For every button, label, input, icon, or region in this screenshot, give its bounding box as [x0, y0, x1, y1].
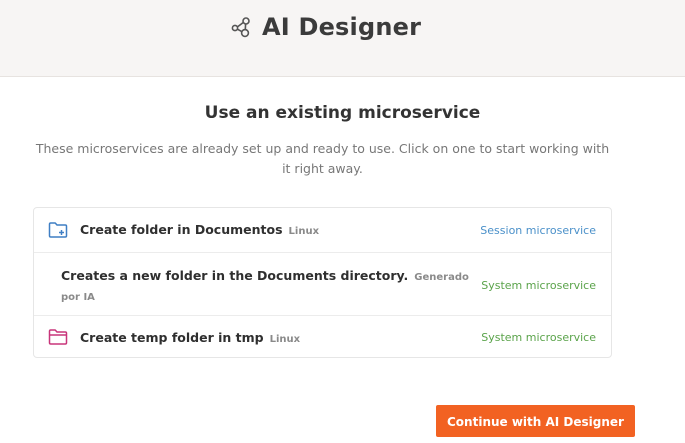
section-description: These microservices are already set up a… — [35, 141, 610, 176]
folder-icon — [48, 328, 68, 346]
app-header: AI Designer — [0, 0, 685, 77]
microservice-tag: Linux — [288, 226, 320, 237]
folder-plus-icon — [48, 221, 68, 239]
ai-nodes-icon — [230, 15, 254, 39]
continue-button[interactable]: Continue with AI Designer — [436, 405, 635, 437]
microservice-name: Create folder in Documentos — [80, 222, 283, 237]
microservice-type: Session microservice — [480, 224, 596, 237]
microservice-type: System microservice — [481, 279, 596, 292]
microservice-title: Create temp folder in tmp Linux — [80, 330, 300, 345]
app-title: AI Designer — [262, 13, 422, 41]
microservice-type: System microservice — [481, 331, 596, 344]
microservice-name: Create temp folder in tmp — [80, 330, 264, 345]
section-title: Use an existing microservice — [204, 103, 481, 123]
brand: AI Designer — [230, 10, 421, 44]
microservice-item[interactable]: Create temp folder in tmp Linux System mi… — [34, 315, 611, 358]
microservice-item[interactable]: Creates a new folder in the Documents di… — [34, 252, 611, 316]
microservice-title: Creates a new folder in the Documents di… — [61, 267, 471, 307]
microservice-title: Create folder in Documentos Linux — [80, 222, 319, 237]
microservice-name: Creates a new folder in the Documents di… — [61, 268, 409, 283]
microservice-item[interactable]: Create folder in Documentos Linux Session… — [34, 208, 611, 253]
microservice-tag: Linux — [269, 334, 301, 345]
microservice-list: Create folder in Documentos Linux Session… — [33, 207, 612, 358]
